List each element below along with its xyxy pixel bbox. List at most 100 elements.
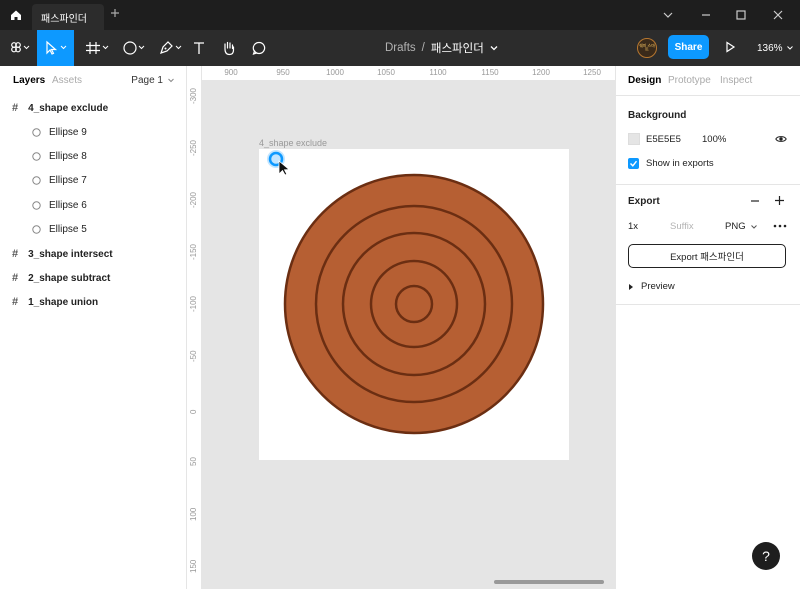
layer-label: 2_shape subtract: [28, 272, 111, 284]
export-button-label: Export 패스파인더: [670, 252, 744, 263]
layer-row-ellipse[interactable]: Ellipse 6: [0, 193, 186, 217]
frame-label[interactable]: 4_shape exclude: [259, 138, 327, 148]
page-label: Page 1: [131, 75, 163, 86]
main-menu-button[interactable]: [4, 30, 36, 66]
layer-label: 3_shape intersect: [28, 248, 113, 260]
preview-toggle[interactable]: Preview: [628, 281, 675, 292]
show-in-exports-label: Show in exports: [646, 158, 714, 169]
export-format-select[interactable]: PNG: [725, 221, 758, 232]
layer-row-ellipse[interactable]: Ellipse 9: [0, 120, 186, 144]
ellipse-icon: [32, 151, 41, 161]
file-tab[interactable]: 패스파인더: [32, 4, 104, 30]
divider: [616, 304, 800, 305]
share-label: Share: [674, 41, 703, 53]
frame-icon: #: [12, 248, 19, 260]
ellipse-icon: [32, 224, 41, 234]
layer-label: Ellipse 8: [49, 150, 87, 162]
move-tool-button[interactable]: [37, 30, 74, 66]
pen-tool-button[interactable]: [154, 30, 188, 66]
export-suffix-input[interactable]: Suffix: [670, 221, 694, 232]
toolbar: Drafts / 패스파인더 쉐미 스마트 Share 136%: [0, 30, 800, 66]
layer-row-frame[interactable]: # 3_shape intersect: [0, 242, 186, 266]
present-icon[interactable]: [724, 41, 736, 53]
tab-prototype[interactable]: Prototype: [668, 75, 711, 86]
canvas[interactable]: 900 950 1000 1050 1100 1150 1200 1250 -3…: [187, 66, 615, 589]
add-tab-icon[interactable]: [110, 8, 120, 18]
background-opacity-input[interactable]: 100%: [702, 134, 726, 145]
ruler-tick-label: 50: [189, 457, 198, 466]
exclude-shape[interactable]: [259, 149, 569, 460]
frame-tool-button[interactable]: [80, 30, 114, 66]
tab-assets[interactable]: Assets: [52, 75, 82, 86]
ruler-tick-label: 1050: [377, 68, 395, 77]
home-button[interactable]: [0, 0, 32, 30]
ruler-tick-label: -100: [189, 295, 198, 312]
ruler-tick-label: -200: [189, 191, 198, 208]
share-button[interactable]: Share: [668, 35, 709, 59]
show-in-exports-checkbox[interactable]: [628, 158, 639, 169]
layer-label: Ellipse 9: [49, 126, 87, 138]
avatar[interactable]: 쉐미 스마트: [637, 38, 657, 58]
tab-design[interactable]: Design: [628, 75, 661, 86]
layer-row-ellipse[interactable]: Ellipse 8: [0, 144, 186, 168]
frame-icon: #: [12, 272, 19, 284]
chevron-down-icon[interactable]: [488, 43, 500, 53]
eye-icon[interactable]: [775, 134, 787, 144]
chevron-down-icon[interactable]: [662, 9, 674, 21]
tab-layers[interactable]: Layers: [13, 75, 45, 86]
zoom-menu[interactable]: 136%: [757, 30, 794, 66]
ruler-tick-label: 1200: [532, 68, 550, 77]
close-icon[interactable]: [772, 9, 784, 21]
frame-icon: #: [12, 296, 19, 308]
more-options-icon[interactable]: [773, 223, 787, 229]
remove-icon[interactable]: [750, 196, 760, 206]
ruler-tick-label: -50: [189, 350, 198, 362]
figma-logo-icon: [11, 42, 30, 53]
breadcrumb-drafts[interactable]: Drafts: [385, 42, 416, 54]
left-panel-tabs: Layers Assets Page 1: [0, 66, 187, 96]
text-tool-button[interactable]: [189, 30, 209, 66]
file-tab-label: 패스파인더: [41, 13, 87, 25]
background-hex-input[interactable]: E5E5E5: [646, 134, 681, 145]
ruler-tick-label: -150: [189, 243, 198, 260]
ruler-tick-label: 1100: [429, 68, 447, 77]
shape-tool-button[interactable]: [117, 30, 151, 66]
export-section-title: Export: [628, 196, 660, 207]
file-name[interactable]: 패스파인더: [431, 40, 484, 56]
layer-row-frame[interactable]: # 1_shape union: [0, 290, 186, 314]
background-section-title: Background: [628, 110, 687, 121]
page-selector[interactable]: Page 1: [131, 75, 175, 86]
caret-right-icon: [629, 283, 633, 290]
ruler-tick-label: 150: [189, 559, 198, 573]
help-icon: ?: [762, 548, 770, 564]
hand-icon: [224, 41, 235, 56]
divider: [616, 95, 800, 96]
layer-row-frame[interactable]: # 4_shape exclude: [0, 96, 186, 120]
ruler-tick-label: 950: [276, 68, 290, 77]
layer-row-ellipse[interactable]: Ellipse 7: [0, 168, 186, 192]
ellipse-5[interactable]: [283, 173, 545, 435]
horizontal-scrollbar[interactable]: [494, 580, 604, 584]
tab-inspect[interactable]: Inspect: [720, 75, 752, 86]
ruler-tick-label: 100: [189, 507, 198, 521]
avatar-label: 쉐미 스마트: [639, 43, 655, 52]
layer-row-ellipse[interactable]: Ellipse 5: [0, 217, 186, 241]
comment-tool-button[interactable]: [248, 30, 270, 66]
layer-label: Ellipse 7: [49, 174, 87, 186]
help-button[interactable]: ?: [752, 542, 780, 570]
add-icon[interactable]: [774, 195, 785, 206]
ellipse-icon: [32, 127, 41, 137]
ruler-tick-label: -300: [189, 87, 198, 104]
properties-panel: Design Prototype Inspect Background E5E5…: [615, 66, 800, 589]
frame-4-shape-exclude[interactable]: [259, 149, 569, 460]
ruler-tick-label: 0: [189, 409, 198, 414]
hand-tool-button[interactable]: [218, 30, 240, 66]
maximize-icon[interactable]: [735, 9, 747, 21]
layer-row-frame[interactable]: # 2_shape subtract: [0, 266, 186, 290]
ellipse-icon: [32, 200, 41, 210]
minimize-icon[interactable]: [700, 9, 712, 21]
export-button[interactable]: Export 패스파인더: [628, 244, 786, 268]
background-swatch[interactable]: [628, 133, 640, 145]
export-scale-select[interactable]: 1x: [628, 221, 638, 232]
layer-label: 4_shape exclude: [28, 102, 109, 114]
